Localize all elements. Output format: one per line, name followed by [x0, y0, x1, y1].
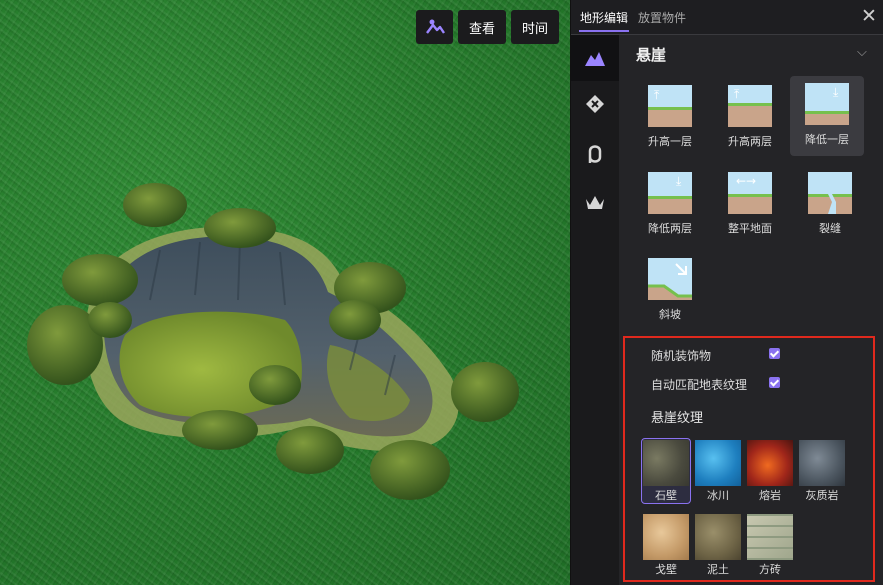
rail-item-cliff[interactable] [571, 35, 619, 81]
tool-label: 升高一层 [648, 135, 692, 148]
lower-one-icon: ⤓ [805, 83, 849, 125]
tool-label: 降低两层 [648, 222, 692, 235]
tool-lower-two[interactable]: ⤓ 降低两层 [633, 165, 707, 245]
tool-content: 悬崖 ⌵ ⤒ 升高一层 ⤒ 升高两层 ⤓ 降低一层 ⤓ 降低两层 ←→ 整平地面… [619, 35, 883, 585]
chevron-down-icon[interactable]: ⌵ [857, 45, 867, 60]
tool-raise-two[interactable]: ⤒ 升高两层 [713, 78, 787, 158]
tool-raise-one[interactable]: ⤒ 升高一层 [633, 78, 707, 158]
texture-label: 冰川 [707, 489, 729, 502]
section-title: 悬崖 [636, 46, 667, 64]
rail-item-eraser[interactable] [571, 81, 619, 127]
texture-label: 泥土 [707, 563, 729, 576]
tool-label: 升高两层 [728, 135, 772, 148]
tool-label: 整平地面 [728, 222, 772, 235]
raise-two-icon: ⤒ [728, 85, 772, 127]
texture-glacier[interactable]: 冰川 [694, 439, 742, 503]
close-icon[interactable]: ✕ [861, 5, 877, 27]
terrain-panel: 地形编辑 放置物件 ✕ 悬崖 ⌵ ⤒ 升高一层 ⤒ 升高两层 ⤓ 降低一层 ⤓ … [570, 0, 883, 585]
mountain-icon [585, 52, 605, 66]
time-button[interactable]: 时间 [511, 10, 559, 44]
texture-gobi[interactable]: 戈壁 [642, 513, 690, 577]
scene-viewport[interactable]: 查看 时间 [0, 0, 570, 585]
tool-lower-one[interactable]: ⤓ 降低一层 [790, 76, 864, 156]
texture-lava[interactable]: 熔岩 [746, 439, 794, 503]
rail-item-plant[interactable] [571, 179, 619, 225]
tool-label: 裂缝 [819, 222, 841, 235]
tool-flatten[interactable]: ←→ 整平地面 [713, 165, 787, 245]
auto-match-checkbox[interactable] [769, 377, 780, 388]
crack-icon [808, 172, 852, 214]
texture-label: 熔岩 [759, 489, 781, 502]
view-button[interactable]: 查看 [458, 10, 506, 44]
texture-section-title: 悬崖纹理 [651, 411, 704, 426]
tool-crack[interactable]: 裂缝 [793, 165, 867, 245]
tool-slope[interactable]: 斜坡 [633, 251, 707, 331]
tab-terrain-edit[interactable]: 地形编辑 [580, 9, 628, 26]
tool-category-rail [571, 35, 619, 585]
flatten-icon: ←→ [728, 172, 772, 214]
tab-place-objects[interactable]: 放置物件 [638, 9, 686, 26]
terrain-edit-button[interactable] [416, 10, 453, 44]
path-icon [588, 145, 602, 163]
texture-label: 方砖 [759, 563, 781, 576]
rail-item-path[interactable] [571, 131, 619, 177]
texture-stone-wall[interactable]: 石壁 [641, 438, 691, 504]
tool-label: 斜坡 [659, 308, 681, 321]
auto-match-label: 自动匹配地表纹理 [651, 378, 748, 392]
texture-label: 灰质岩 [805, 489, 839, 502]
tool-label: 降低一层 [805, 133, 849, 146]
eraser-icon [586, 95, 604, 113]
random-decor-label: 随机装饰物 [651, 349, 712, 363]
terrain-pit-scene [27, 183, 519, 500]
random-decor-checkbox[interactable] [769, 348, 780, 359]
slope-icon [648, 258, 692, 300]
texture-limestone[interactable]: 灰质岩 [798, 439, 846, 503]
terrain-edit-icon [425, 19, 445, 34]
texture-mud[interactable]: 泥土 [694, 513, 742, 577]
texture-bricks[interactable]: 方砖 [746, 513, 794, 577]
texture-label: 石壁 [655, 489, 677, 502]
raise-one-icon: ⤒ [648, 85, 692, 127]
texture-label: 戈壁 [655, 563, 677, 576]
panel-tabs: 地形编辑 放置物件 ✕ [571, 0, 883, 35]
crown-plant-icon [586, 196, 604, 209]
active-tab-indicator [579, 30, 629, 32]
cliff-options-box: 随机装饰物 自动匹配地表纹理 悬崖纹理 石壁 冰川 熔岩 灰质岩 戈壁 泥土 方… [623, 336, 875, 582]
lower-two-icon: ⤓ [648, 172, 692, 214]
